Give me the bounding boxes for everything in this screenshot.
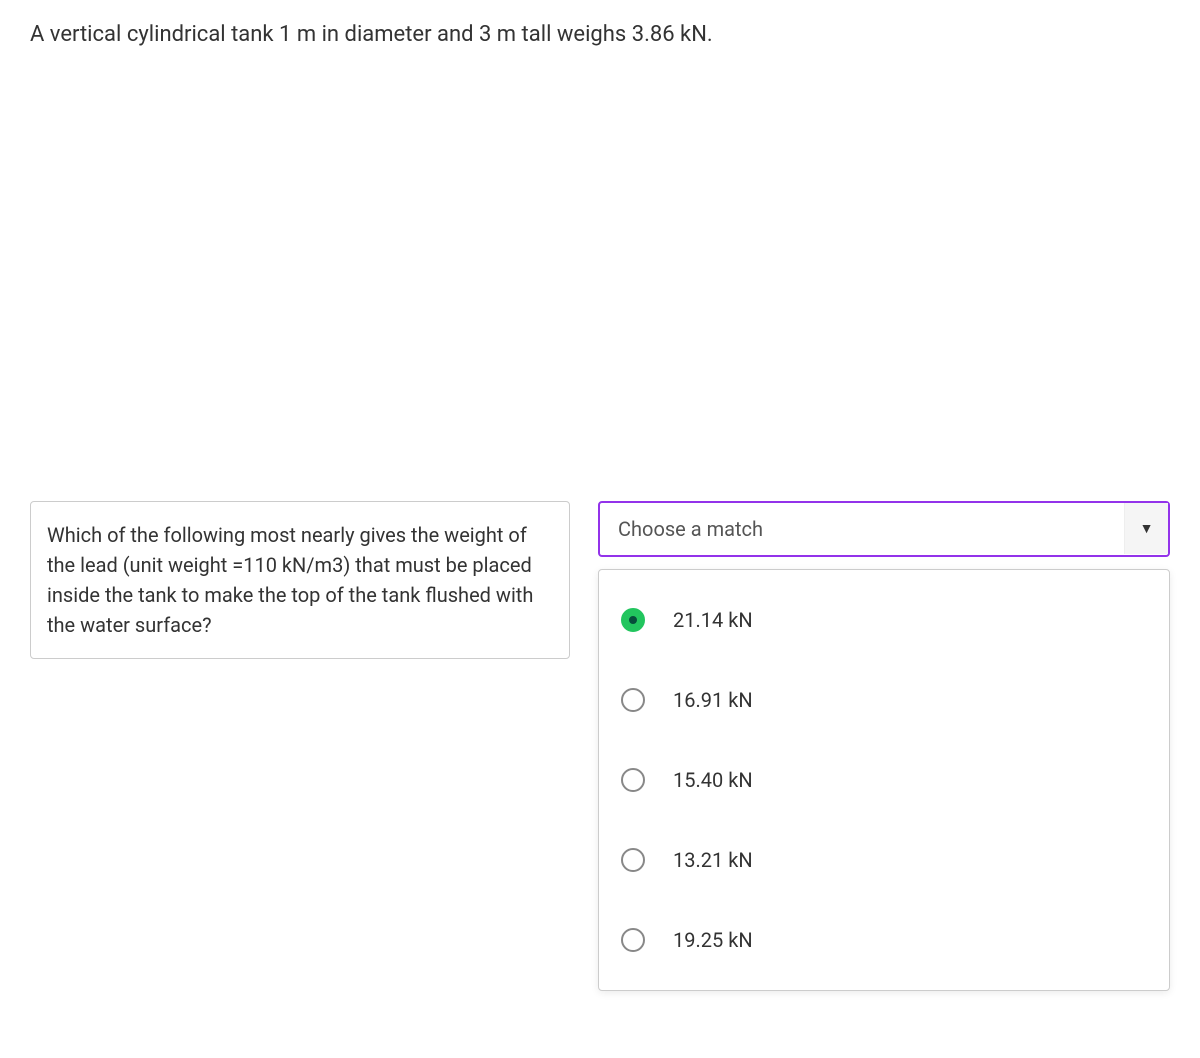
option-label: 21.14 kN xyxy=(673,608,753,632)
content-row: Which of the following most nearly gives… xyxy=(30,501,1170,991)
option-item[interactable]: 21.14 kN xyxy=(599,580,1169,660)
option-label: 15.40 kN xyxy=(673,768,753,792)
option-item[interactable]: 15.40 kN xyxy=(599,740,1169,820)
radio-icon xyxy=(621,768,645,792)
option-item[interactable]: 16.91 kN xyxy=(599,660,1169,740)
option-item[interactable]: 19.25 kN xyxy=(599,900,1169,980)
question-text: Which of the following most nearly gives… xyxy=(47,523,533,637)
options-list: 21.14 kN 16.91 kN 15.40 kN 13.21 kN 19.2… xyxy=(598,569,1170,991)
radio-icon xyxy=(621,608,645,632)
chevron-down-icon: ▼ xyxy=(1124,503,1168,554)
problem-statement: A vertical cylindrical tank 1 m in diame… xyxy=(30,20,1170,51)
match-dropdown[interactable]: Choose a match ▼ xyxy=(598,501,1170,557)
answer-column: Choose a match ▼ 21.14 kN 16.91 kN 15.40… xyxy=(598,501,1170,991)
radio-icon xyxy=(621,928,645,952)
option-item[interactable]: 13.21 kN xyxy=(599,820,1169,900)
option-label: 16.91 kN xyxy=(673,688,753,712)
option-label: 13.21 kN xyxy=(673,848,753,872)
radio-icon xyxy=(621,848,645,872)
dropdown-placeholder: Choose a match xyxy=(618,517,763,541)
radio-icon xyxy=(621,688,645,712)
option-label: 19.25 kN xyxy=(673,928,753,952)
question-box: Which of the following most nearly gives… xyxy=(30,501,570,659)
